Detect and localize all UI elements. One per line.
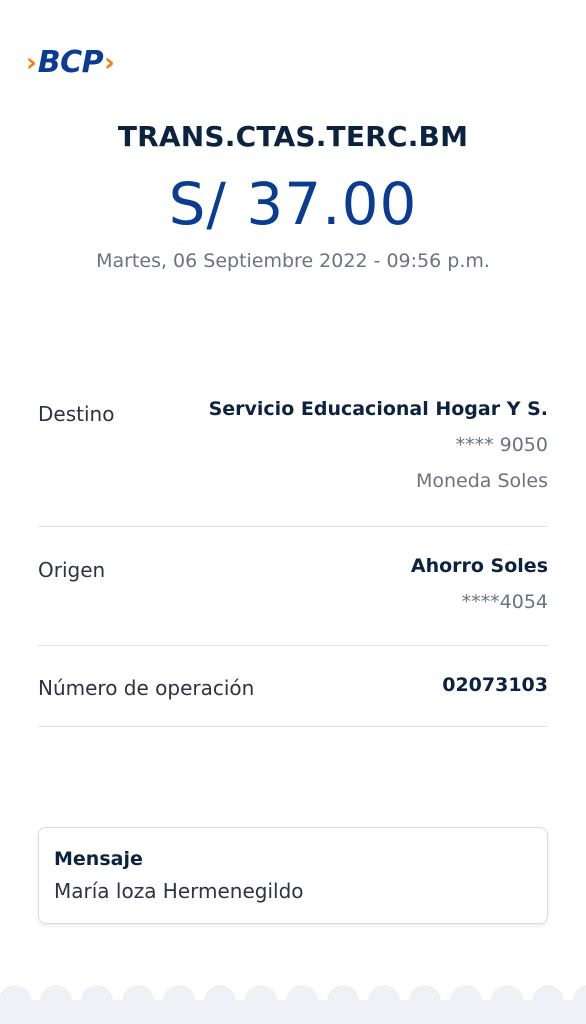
operation-number: 02073103 [442, 674, 548, 696]
divider [38, 526, 548, 527]
logo-right-chevron-icon: › [104, 48, 115, 78]
destino-values: Servicio Educacional Hogar Y S. **** 905… [209, 398, 548, 492]
message-card: Mensaje María loza Hermenegildo [38, 827, 548, 924]
origen-account: ****4054 [461, 591, 548, 613]
logo-text: BCP [37, 45, 104, 80]
bcp-logo: › BCP › [26, 48, 115, 78]
destino-name: Servicio Educacional Hogar Y S. [208, 398, 548, 420]
operation-title: TRANS.CTAS.TERC.BM [117, 120, 469, 153]
logo-left-chevron-icon: › [26, 48, 37, 78]
destino-label: Destino [38, 402, 115, 426]
origen-label: Origen [38, 558, 106, 582]
message-text: María loza Hermenegildo [54, 879, 304, 903]
transfer-amount: S/ 37.00 [168, 170, 418, 238]
divider [38, 645, 548, 646]
destino-account: **** 9050 [455, 434, 548, 456]
divider [38, 726, 548, 727]
destino-row: Destino Servicio Educacional Hogar Y S. … [38, 398, 548, 508]
destino-currency: Moneda Soles [415, 470, 548, 492]
receipt-scalloped-edge [0, 985, 586, 1024]
origen-row: Origen Ahorro Soles ****4054 [38, 555, 548, 625]
receipt-page: › BCP › TRANS.CTAS.TERC.BM S/ 37.00 Mart… [0, 0, 586, 1024]
operation-number-values: 02073103 [442, 674, 548, 696]
transfer-datetime: Martes, 06 Septiembre 2022 - 09:56 p.m. [96, 250, 490, 272]
message-title: Mensaje [54, 848, 143, 870]
origen-values: Ahorro Soles ****4054 [411, 555, 548, 613]
operation-number-row: Número de operación 02073103 [38, 674, 548, 704]
operation-number-label: Número de operación [38, 676, 255, 700]
origen-account-type: Ahorro Soles [410, 555, 548, 577]
